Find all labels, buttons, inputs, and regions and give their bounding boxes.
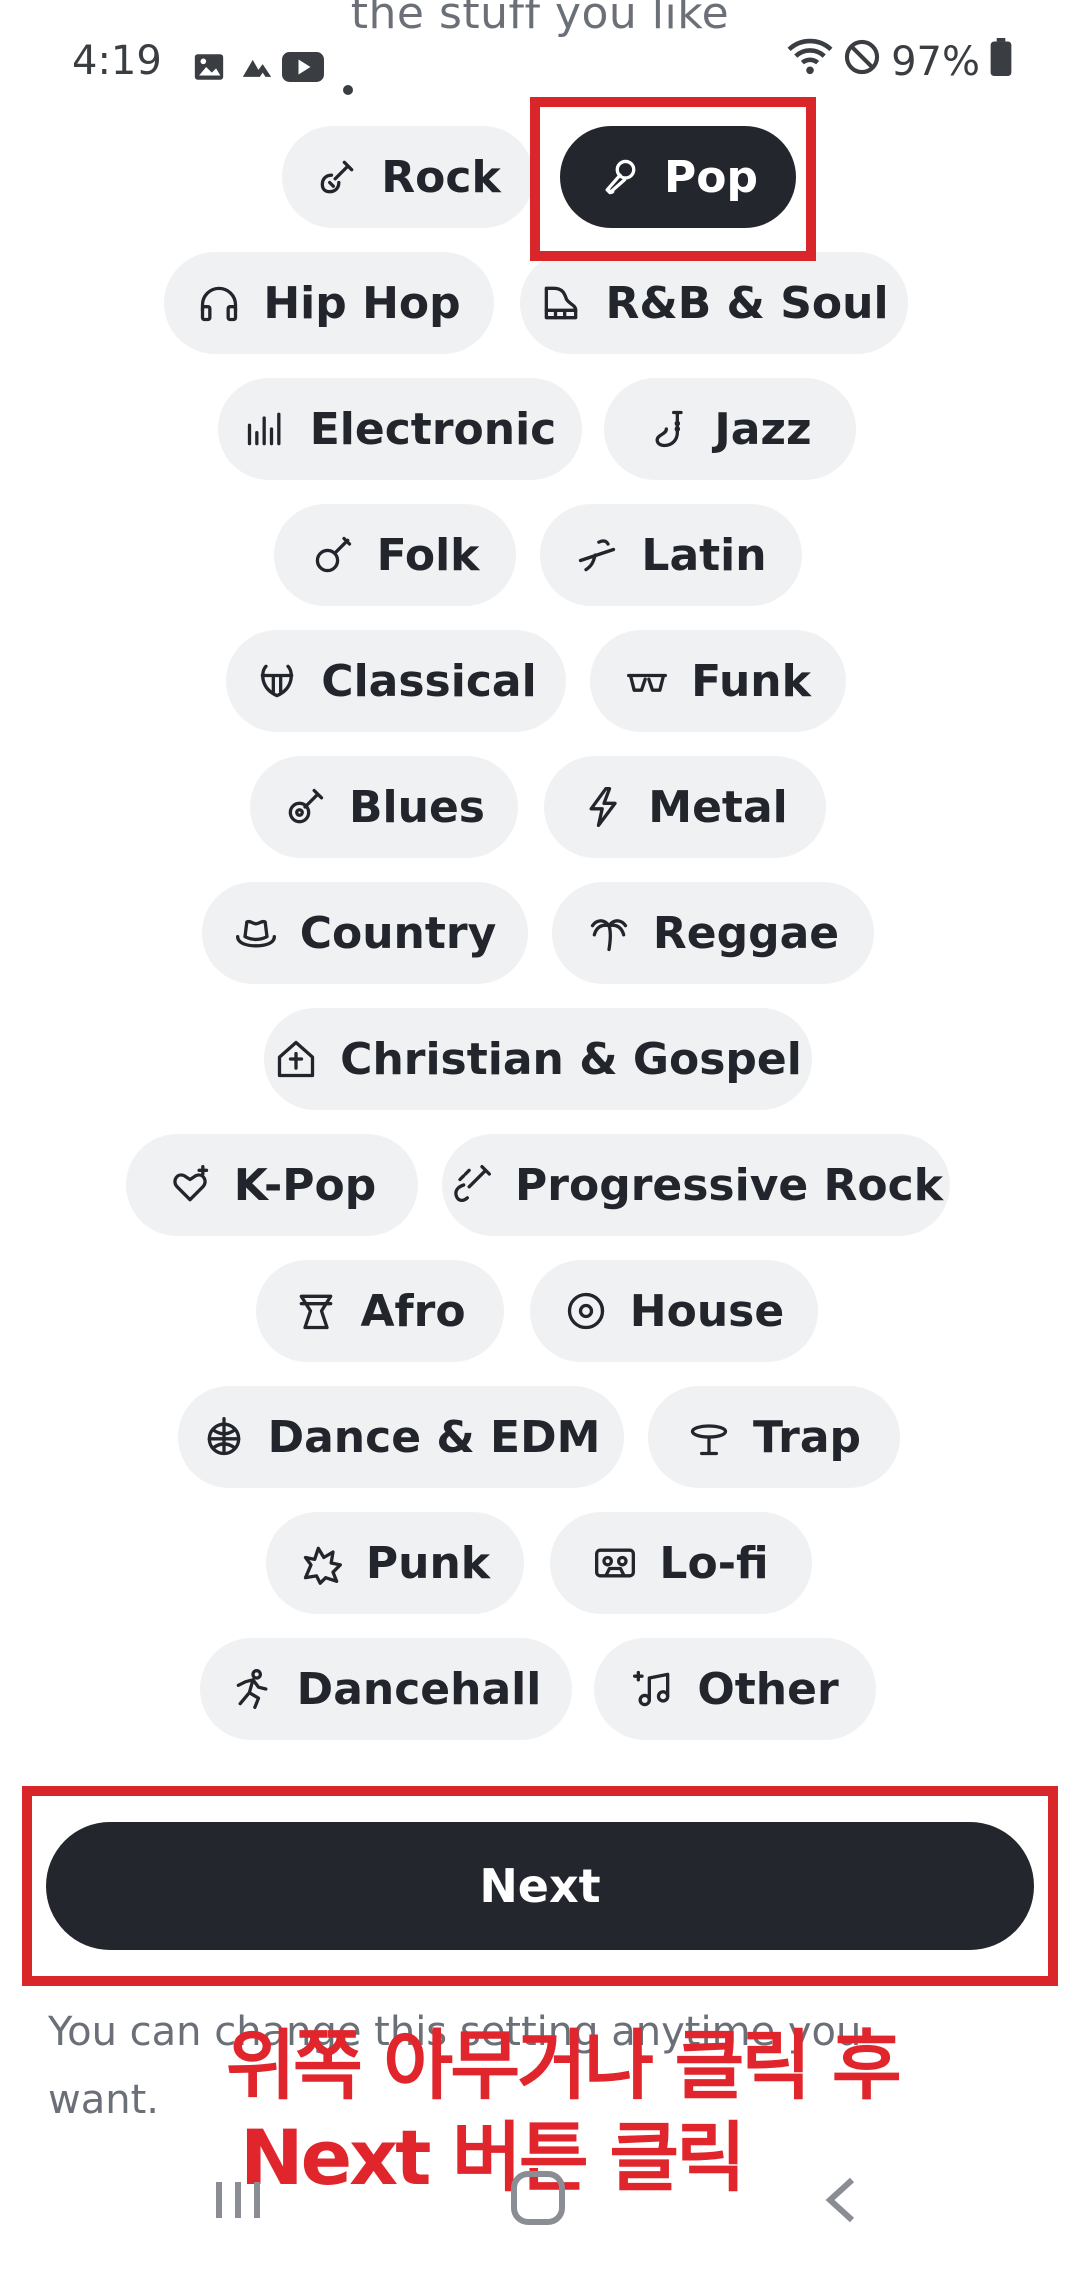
genre-chip-lo-fi[interactable]: Lo-fi [550,1512,812,1614]
sunglasses-icon [625,659,669,703]
church-icon [274,1037,318,1081]
genre-chip-label: Punk [365,1537,491,1589]
genre-chip-trap[interactable]: Trap [648,1386,900,1488]
genre-chip-k-pop[interactable]: K-Pop [126,1134,418,1236]
music-note-sparkle-icon [631,1667,675,1711]
genre-chip-house[interactable]: House [530,1260,818,1362]
youtube-icon [282,48,324,94]
banjo-icon [311,533,355,577]
drum-icon [294,1289,338,1333]
lyre-icon [255,659,299,703]
genre-chip-latin[interactable]: Latin [540,504,802,606]
cassette-icon [593,1541,637,1585]
genre-chip-label: R&B & Soul [605,277,889,329]
saxophone-icon [648,407,692,451]
genre-chip-blues[interactable]: Blues [250,756,518,858]
do-not-disturb-icon [843,38,881,86]
recent-apps-icon[interactable] [212,2178,264,2226]
genre-chip-r-b-soul[interactable]: R&B & Soul [520,252,908,354]
battery-percentage: 97% [891,39,980,85]
status-bar: 4:19 97% [72,38,1012,95]
navigation-bar [0,2150,1080,2270]
genre-chip-hip-hop[interactable]: Hip Hop [164,252,494,354]
genre-chip-label: Funk [691,655,811,707]
genre-chip-dancehall[interactable]: Dancehall [200,1638,572,1740]
genre-chip-label: House [629,1285,785,1337]
genre-chip-label: Hip Hop [263,277,461,329]
genre-chip-folk[interactable]: Folk [274,504,516,606]
electric-guitar-icon [315,155,359,199]
spiky-burst-icon [300,1541,344,1585]
dancer-icon [231,1667,275,1711]
next-button[interactable]: Next [46,1822,1034,1950]
genre-chip-label: Country [299,907,497,959]
genre-chip-label: Reggae [652,907,840,959]
battery-icon [990,38,1012,86]
acoustic-guitar-icon [283,785,327,829]
genre-chip-classical[interactable]: Classical [226,630,566,732]
headphones-icon [197,281,241,325]
cowboy-hat-icon [234,911,278,955]
genre-chip-rock[interactable]: Rock [282,126,534,228]
genre-chip-other[interactable]: Other [594,1638,876,1740]
genre-chip-label: Electronic [309,403,557,455]
genre-chip-label: Blues [349,781,485,833]
genre-chip-jazz[interactable]: Jazz [604,378,856,480]
genre-chip-funk[interactable]: Funk [590,630,846,732]
guitar-strum-icon [449,1163,493,1207]
highlight-box-pop [530,97,816,261]
genre-chip-label: K-Pop [233,1159,377,1211]
genre-chip-label: Rock [381,151,501,203]
equalizer-icon [244,407,288,451]
genre-chip-dance-edm[interactable]: Dance & EDM [178,1386,624,1488]
maracas-icon [575,533,619,577]
genre-chip-punk[interactable]: Punk [266,1512,524,1614]
disco-ball-icon [202,1415,246,1459]
status-time: 4:19 [72,38,162,84]
genre-chip-country[interactable]: Country [202,882,528,984]
genre-chip-label: Christian & Gospel [340,1033,802,1085]
genre-chip-label: Latin [641,529,767,581]
genre-chip-label: Folk [376,529,480,581]
home-icon[interactable] [508,2168,568,2232]
genre-chip-electronic[interactable]: Electronic [218,378,582,480]
genre-chip-reggae[interactable]: Reggae [552,882,874,984]
genre-chip-afro[interactable]: Afro [256,1260,504,1362]
gallery-icon [192,48,226,94]
back-icon[interactable] [820,2174,860,2230]
genre-chip-christian-gospel[interactable]: Christian & Gospel [264,1008,812,1110]
genre-chip-label: Trap [752,1411,862,1463]
hi-hat-icon [687,1415,731,1459]
genre-chip-label: Metal [648,781,788,833]
genre-chip-label: Progressive Rock [515,1159,943,1211]
genre-chip-label: Jazz [714,403,812,455]
genre-chip-metal[interactable]: Metal [544,756,826,858]
genre-chip-label: Afro [360,1285,466,1337]
genre-chip-label: Dancehall [296,1663,542,1715]
app-notification-icon [240,48,274,94]
genre-chip-progressive-rock[interactable]: Progressive Rock [442,1134,950,1236]
piano-icon [539,281,583,325]
page-heading-partial: the stuff you like [350,0,730,39]
heart-sparkle-icon [168,1163,212,1207]
genre-chip-label: Lo-fi [659,1537,769,1589]
palm-tree-icon [587,911,631,955]
vinyl-record-icon [564,1289,608,1333]
genre-chip-label: Other [697,1663,839,1715]
dot-icon [342,60,354,106]
genre-chip-label: Classical [321,655,537,707]
lightning-icon [582,785,626,829]
wifi-icon [787,38,833,86]
genre-chip-label: Dance & EDM [267,1411,601,1463]
